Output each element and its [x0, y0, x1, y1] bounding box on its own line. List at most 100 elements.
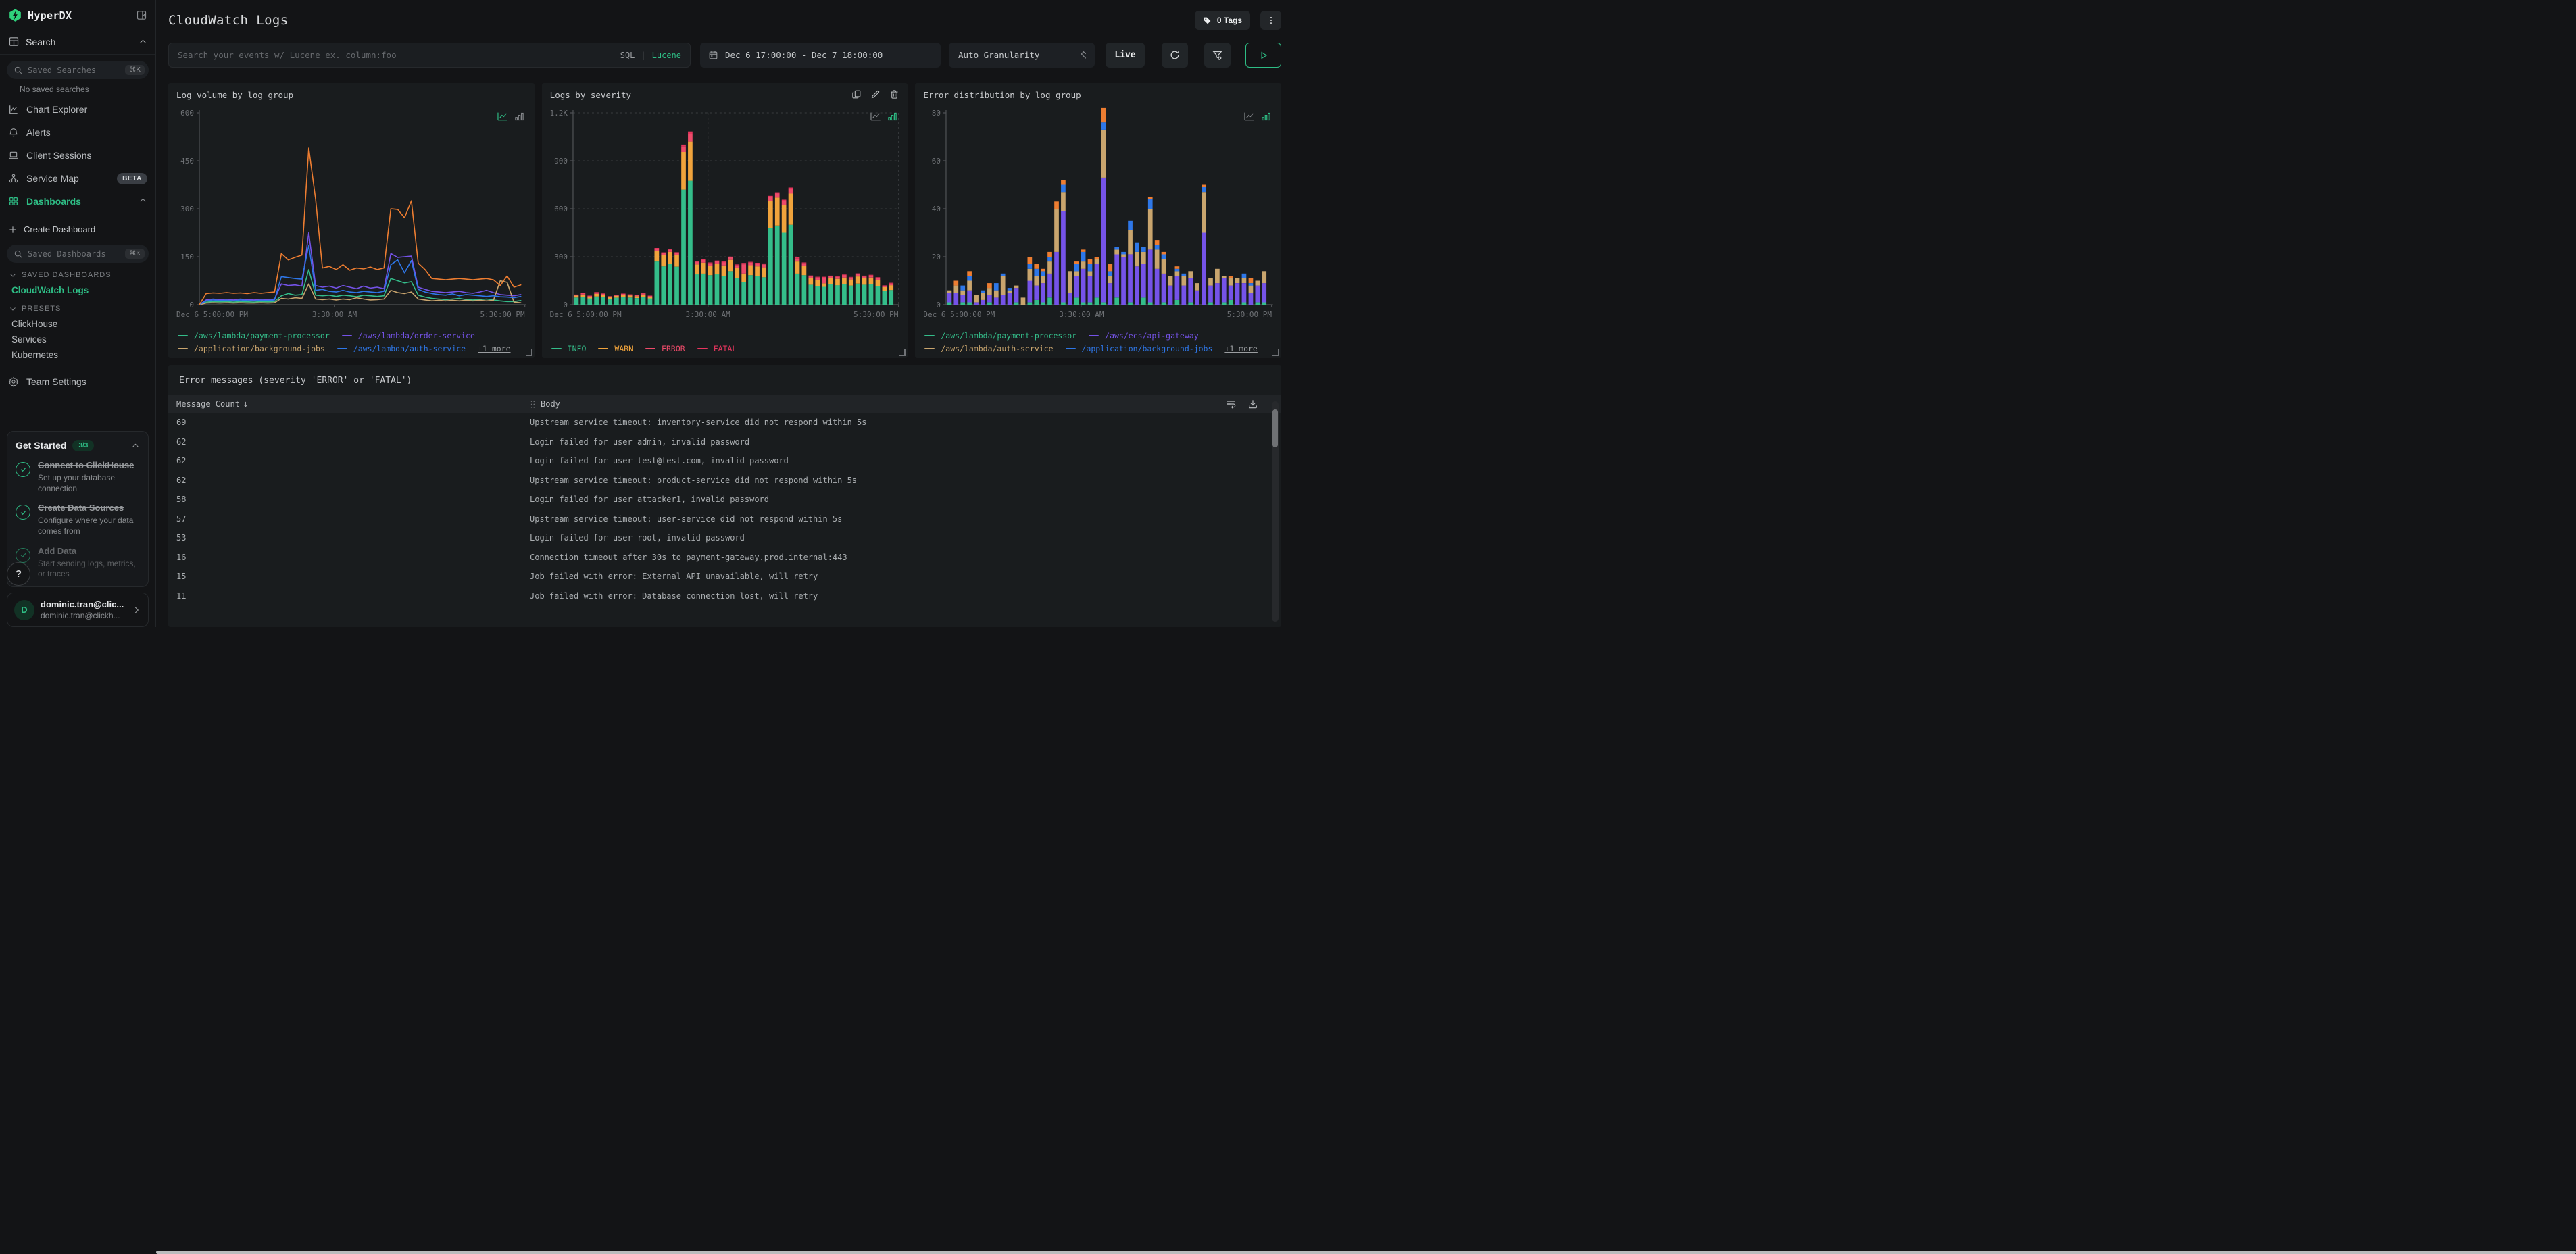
chart-plot[interactable]: 0 300 600 900 1.2K: [550, 105, 900, 307]
resize-grip[interactable]: [1272, 349, 1280, 356]
chart-area[interactable]: 0 150 300 450 600: [176, 105, 526, 307]
legend-item[interactable]: FATAL: [697, 344, 737, 353]
line-chart-toggle-icon[interactable]: [870, 111, 881, 125]
legend-item[interactable]: /aws/lambda/auth-service: [924, 344, 1054, 353]
sidebar-item-team-settings[interactable]: Team Settings: [0, 370, 155, 393]
event-search-input[interactable]: Search your events w/ Lucene ex. column:…: [168, 43, 691, 68]
granularity-select[interactable]: Auto Granularity: [949, 43, 1095, 68]
user-card[interactable]: D dominic.tran@clic... dominic.tran@clic…: [7, 593, 149, 627]
legend-item[interactable]: ERROR: [645, 344, 685, 353]
drag-handle-icon[interactable]: [530, 400, 536, 409]
saved-searches-input[interactable]: Saved Searches ⌘K: [7, 61, 149, 79]
legend-item[interactable]: /application/background-jobs: [1065, 344, 1212, 353]
sidebar-item-dashboards[interactable]: Dashboards: [0, 190, 155, 213]
table-scrollbar[interactable]: [1272, 401, 1279, 622]
chart-view-toggle: [1243, 111, 1271, 125]
table-row[interactable]: 62 Login failed for user admin, invalid p…: [168, 432, 1281, 452]
lucene-toggle[interactable]: Lucene: [652, 51, 681, 60]
page-header: CloudWatch Logs 0 Tags: [168, 9, 1281, 31]
line-chart-toggle-icon[interactable]: [497, 111, 508, 125]
table-row[interactable]: 62 Upstream service timeout: product-serv…: [168, 471, 1281, 491]
legend-item[interactable]: /aws/lambda/payment-processor: [924, 331, 1076, 341]
svg-text:450: 450: [180, 157, 194, 166]
table-row[interactable]: 57 Upstream service timeout: user-service…: [168, 509, 1281, 529]
refresh-button[interactable]: [1162, 43, 1188, 68]
legend-item[interactable]: /application/background-jobs: [178, 344, 325, 353]
get-started-item[interactable]: Create Data Sources Configure where your…: [16, 503, 140, 536]
section-label-presets[interactable]: PRESETS: [0, 298, 155, 316]
resize-grip[interactable]: [899, 349, 906, 356]
sidebar-item-alerts[interactable]: Alerts: [0, 121, 155, 144]
table-row[interactable]: 58 Login failed for user attacker1, inval…: [168, 490, 1281, 509]
get-started-header[interactable]: Get Started 3/3: [16, 439, 140, 451]
app-name: HyperDX: [28, 9, 72, 22]
tags-button[interactable]: 0 Tags: [1194, 11, 1250, 30]
collapse-sidebar-icon[interactable]: [136, 9, 147, 21]
table-row[interactable]: 69 Upstream service timeout: inventory-se…: [168, 413, 1281, 432]
search-section-label: Search: [26, 36, 56, 47]
table-row[interactable]: 11 Job failed with error: Database connec…: [168, 586, 1281, 606]
column-body[interactable]: Body: [530, 399, 1214, 409]
sidebar-item-cloudwatch-logs[interactable]: CloudWatch Logs: [0, 282, 155, 298]
chart-plot[interactable]: 0 20 40 60 80: [923, 105, 1274, 307]
table-row[interactable]: 16 Connection timeout after 30s to paymen…: [168, 548, 1281, 568]
download-icon[interactable]: [1247, 399, 1258, 409]
time-range-picker[interactable]: Dec 6 17:00:00 - Dec 7 18:00:00: [700, 43, 941, 68]
sidebar-item-chart-explorer[interactable]: Chart Explorer: [0, 98, 155, 121]
sidebar-item-services[interactable]: Services: [0, 332, 155, 347]
legend-item[interactable]: +1 more: [1224, 344, 1257, 353]
column-message-count[interactable]: Message Count: [168, 399, 530, 409]
table-row[interactable]: 62 Login failed for user test@test.com, i…: [168, 451, 1281, 471]
help-button[interactable]: ?: [7, 562, 30, 586]
legend-item[interactable]: /aws/lambda/payment-processor: [178, 331, 330, 341]
chart-area[interactable]: 0 300 600 900 1.2K: [550, 105, 900, 307]
resize-grip[interactable]: [525, 349, 532, 356]
table-row[interactable]: 53 Login failed for user root, invalid pa…: [168, 528, 1281, 548]
pencil-icon[interactable]: [870, 89, 881, 99]
get-started-item[interactable]: Connect to ClickHouse Set up your databa…: [16, 460, 140, 494]
run-query-button[interactable]: [1245, 43, 1281, 68]
live-button[interactable]: Live: [1106, 43, 1145, 68]
sql-toggle[interactable]: SQL: [620, 51, 635, 60]
sidebar-item-label: Dashboards: [26, 196, 81, 207]
x-axis-labels: Dec 6 5:00:00 PM 3:30:00 AM 5:30:00 PM: [550, 310, 900, 320]
sidebar-item-client-sessions[interactable]: Client Sessions: [0, 144, 155, 167]
bar-chart-toggle-icon[interactable]: [887, 111, 897, 125]
sidebar-item-kubernetes[interactable]: Kubernetes: [0, 347, 155, 363]
legend-swatch: [178, 335, 188, 336]
cell-body: Upstream service timeout: user-service d…: [530, 513, 843, 524]
bar-chart-toggle-icon[interactable]: [514, 111, 524, 125]
horizontal-scrollbar[interactable]: [156, 1251, 2576, 1254]
legend-item[interactable]: WARN: [598, 344, 633, 353]
toolbar: Search your events w/ Lucene ex. column:…: [168, 43, 1281, 68]
chart-panel-log-volume: Log volume by log group 0 150 300 450 600 De…: [168, 83, 535, 358]
saved-searches-placeholder: Saved Searches: [28, 65, 97, 75]
legend-item[interactable]: +1 more: [478, 344, 510, 353]
filter-button[interactable]: [1204, 43, 1231, 68]
legend-item[interactable]: /aws/lambda/auth-service: [337, 344, 466, 353]
sidebar-section-search[interactable]: Search: [0, 28, 155, 55]
section-label-saved-dashboards[interactable]: SAVED DASHBOARDS: [0, 264, 155, 282]
dashboards-icon: [8, 196, 19, 207]
chart-plot[interactable]: 0 150 300 450 600: [176, 105, 526, 307]
table-scrollbar-thumb[interactable]: [1272, 409, 1278, 447]
create-dashboard-button[interactable]: Create Dashboard: [0, 216, 155, 239]
chart-area[interactable]: 0 20 40 60 80: [923, 105, 1274, 307]
laptop-icon: [8, 150, 19, 161]
line-chart-toggle-icon[interactable]: [1243, 111, 1255, 125]
table-row[interactable]: 15 Job failed with error: External API un…: [168, 567, 1281, 586]
dashboard-menu-button[interactable]: [1260, 11, 1281, 30]
get-started-item[interactable]: Add Data Start sending logs, metrics, or…: [16, 546, 140, 580]
saved-dashboards-input[interactable]: Saved Dashboards ⌘K: [7, 245, 149, 263]
legend-item[interactable]: /aws/ecs/api-gateway: [1089, 331, 1199, 341]
x-tick: Dec 6 5:00:00 PM: [176, 310, 248, 319]
wrap-text-icon[interactable]: [1226, 399, 1237, 409]
copy-icon[interactable]: [851, 89, 862, 99]
sidebar-item-clickhouse[interactable]: ClickHouse: [0, 316, 155, 332]
x-axis-labels: Dec 6 5:00:00 PM 3:30:00 AM 5:30:00 PM: [176, 310, 526, 320]
trash-icon[interactable]: [889, 89, 899, 99]
sidebar-item-service-map[interactable]: Service Map BETA: [0, 167, 155, 190]
legend-item[interactable]: /aws/lambda/order-service: [341, 331, 475, 341]
bar-chart-toggle-icon[interactable]: [1261, 111, 1271, 125]
legend-item[interactable]: INFO: [551, 344, 586, 353]
